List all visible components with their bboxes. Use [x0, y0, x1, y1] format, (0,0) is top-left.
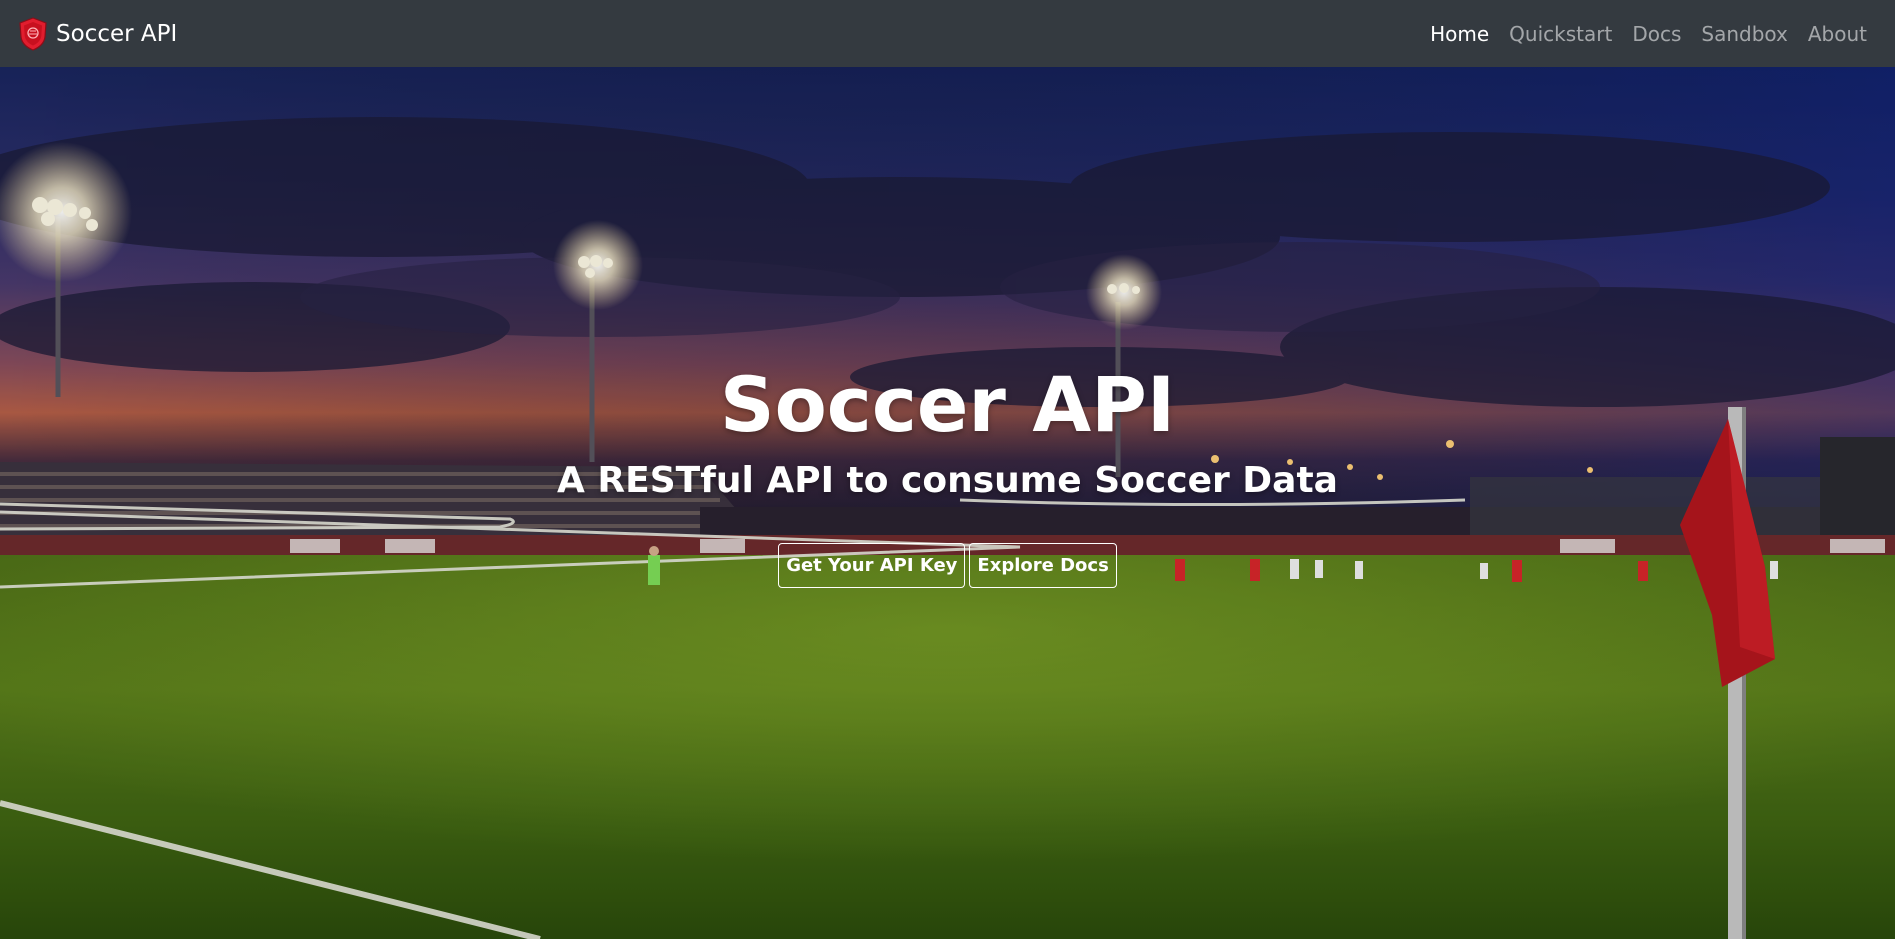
shield-logo-icon: [19, 16, 47, 51]
get-api-key-button[interactable]: Get Your API Key: [778, 543, 966, 588]
nav-link-quickstart[interactable]: Quickstart: [1509, 22, 1612, 46]
explore-docs-button[interactable]: Explore Docs: [969, 543, 1117, 588]
nav-link-about[interactable]: About: [1808, 22, 1867, 46]
nav-links: Home Quickstart Docs Sandbox About: [1430, 22, 1877, 46]
nav-link-docs[interactable]: Docs: [1632, 22, 1681, 46]
hero-buttons: Get Your API Key Explore Docs: [0, 543, 1895, 588]
brand-link[interactable]: Soccer API: [18, 16, 178, 51]
nav-link-home[interactable]: Home: [1430, 22, 1489, 46]
stadium-background-image: [0, 67, 1895, 939]
hero-section: Soccer API A RESTful API to consume Socc…: [0, 67, 1895, 939]
navbar: Soccer API Home Quickstart Docs Sandbox …: [0, 0, 1895, 67]
nav-link-sandbox[interactable]: Sandbox: [1701, 22, 1787, 46]
brand-name: Soccer API: [56, 20, 178, 47]
